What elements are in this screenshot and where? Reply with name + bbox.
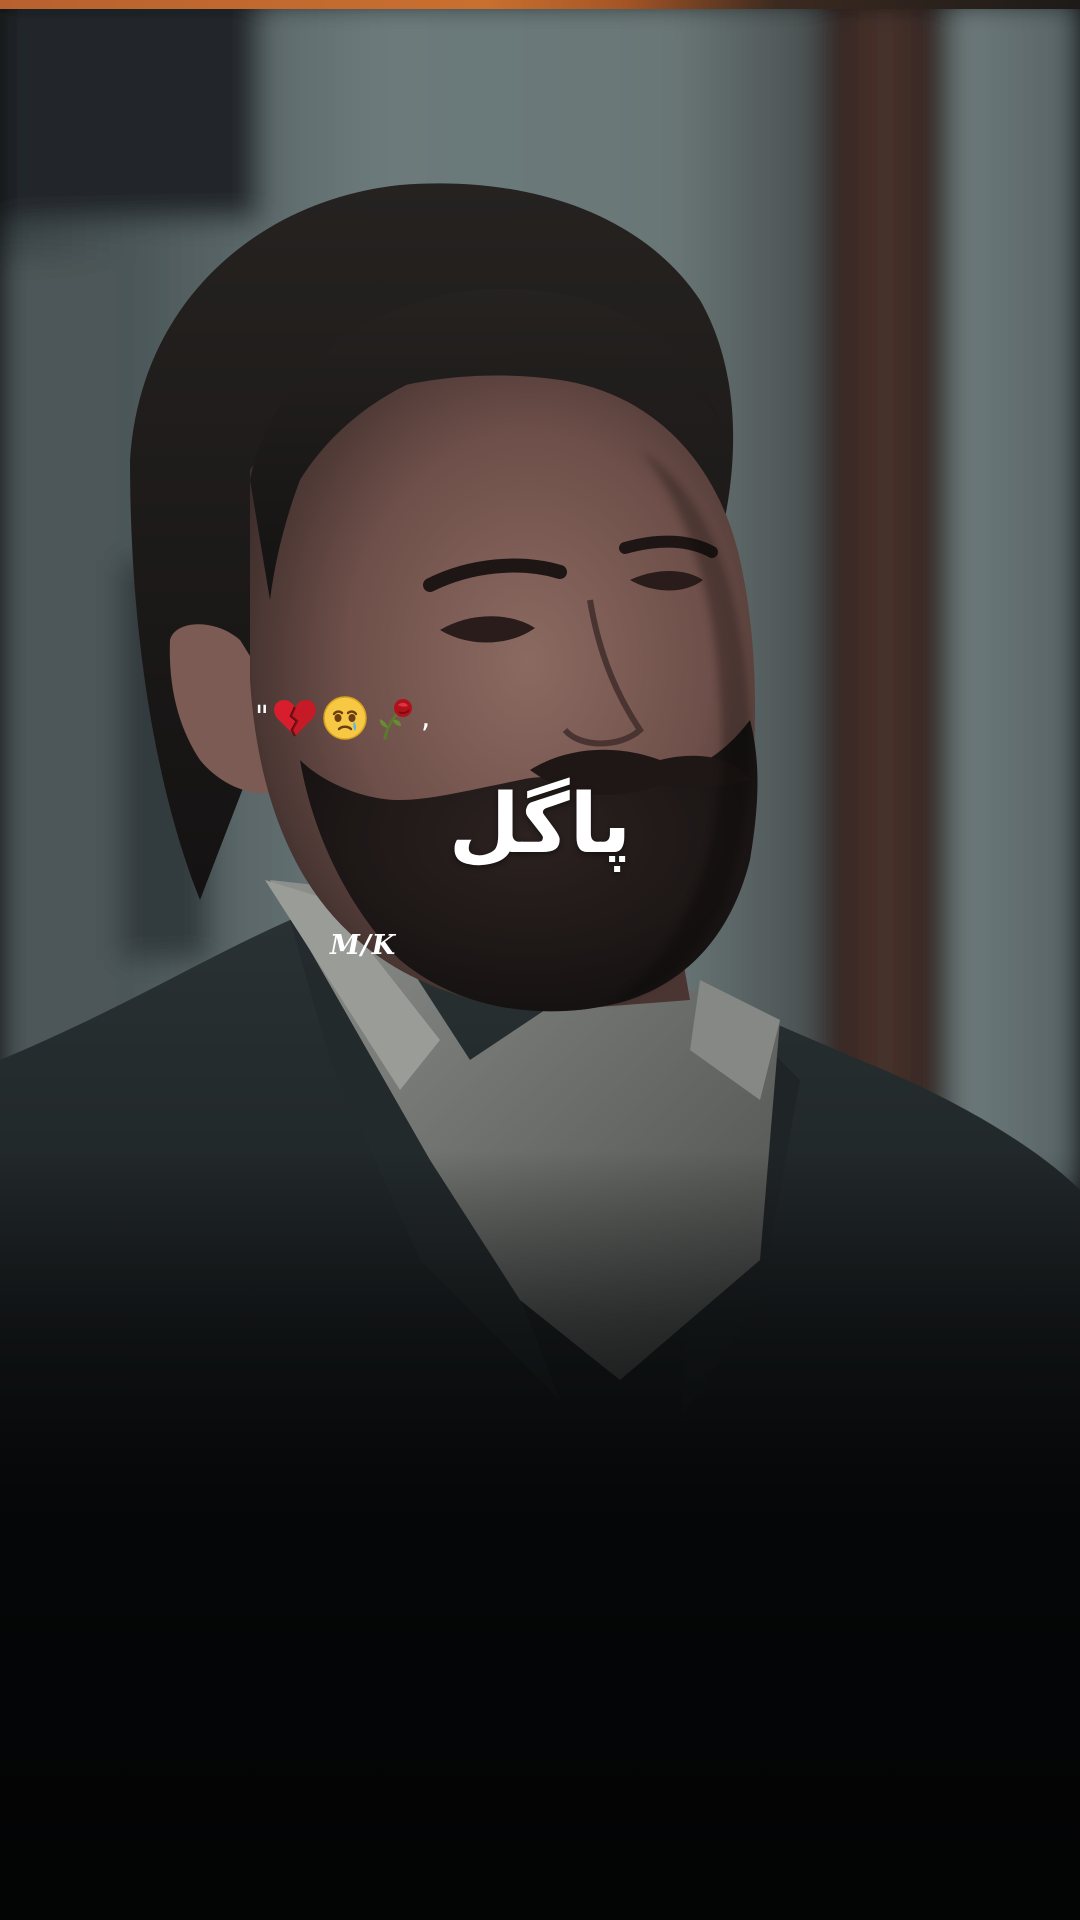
title-text: پاگل (448, 777, 632, 872)
wilted-rose-icon (371, 694, 419, 742)
video-frame: " , پاگل M/K (0, 0, 1080, 1920)
emoji-caption: " , (255, 678, 432, 758)
bottom-shadow (0, 1150, 1080, 1920)
comma-mark: , (420, 700, 431, 735)
signature-text: M/K (330, 930, 397, 961)
top-border-stripe (0, 0, 1080, 9)
broken-heart-icon (271, 694, 319, 742)
crying-face-icon (321, 694, 369, 742)
quote-mark: " (255, 700, 269, 735)
